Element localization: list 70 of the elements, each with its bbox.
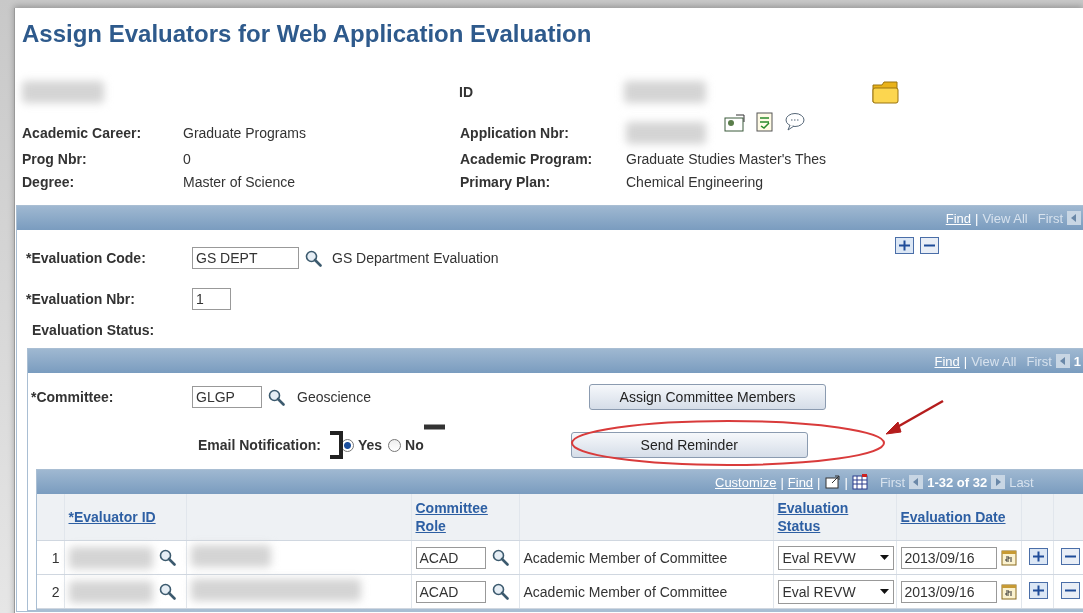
add-row-icon[interactable] [1028,547,1048,565]
folder-icon[interactable] [872,80,899,104]
row-range: 1-32 of 32 [927,474,988,490]
calendar-icon[interactable] [1000,549,1017,566]
dropdown-arrow-icon [879,555,889,560]
field-label: Prog Nbr: [22,151,88,167]
grid-icon[interactable] [851,474,868,490]
field-value: 0 [183,151,192,167]
committee-role-field[interactable]: ACAD [415,546,486,569]
field-label: Academic Career: [22,125,143,141]
separator: | [975,210,979,226]
evaluation-number-field[interactable]: 1 [192,288,231,310]
role-description: Academic Member of Committee [523,583,728,600]
field-label: Primary Plan: [460,174,552,190]
scribble-mark [424,424,445,430]
field-label: *Evaluation Code: [26,250,147,266]
checklist-icon[interactable] [756,112,774,132]
field-label: Application Nbr: [460,125,570,141]
field-label: *Evaluation Nbr: [26,291,136,307]
evaluation-status-dropdown[interactable]: Eval REVW [777,579,894,604]
delete-row-icon[interactable] [1060,581,1080,599]
field-value: GS Department Evaluation [332,250,500,266]
add-row-icon[interactable] [1028,581,1048,599]
row-number: 1 [51,549,60,566]
separator: | [817,474,821,490]
page-title: Assign Evaluators for Web Application Evaluation [22,20,593,49]
new-window-icon[interactable] [824,475,841,489]
scribble-mark [330,431,343,459]
field-value: Master of Science [183,174,297,190]
separator: | [780,474,784,490]
committee-role-field[interactable]: ACAD [415,580,486,603]
delete-row-icon[interactable] [920,236,939,254]
evaluation-date-field[interactable]: 2013/09/16 [900,546,997,569]
radio-label: Yes [357,437,383,453]
calendar-icon[interactable] [1000,583,1017,600]
search-icon[interactable] [268,388,285,406]
page-number: 1 [1073,353,1081,369]
evaluation-code-field[interactable]: GS DEPT [192,247,299,269]
contact-card-icon[interactable] [724,112,746,132]
search-icon[interactable] [158,583,176,600]
search-icon[interactable] [491,583,509,600]
search-icon[interactable] [305,249,322,267]
field-label: Degree: [22,174,76,190]
add-row-icon[interactable] [895,236,914,254]
field-value: Chemical Engineering [626,174,763,190]
committee-field[interactable]: GLGP [192,386,262,408]
search-icon[interactable] [158,549,176,566]
role-description: Academic Member of Committee [523,549,728,566]
assign-committee-members-button[interactable]: Assign Committee Members [589,384,826,410]
separator: | [963,353,968,369]
radio-button[interactable] [388,438,402,452]
field-label: Email Notification: [198,437,321,453]
id-label: ID [459,84,474,100]
field-label: *Committee: [31,389,115,405]
evaluation-date-field[interactable]: 2013/09/16 [900,580,997,603]
send-reminder-button[interactable]: Send Reminder [570,432,808,458]
delete-row-icon[interactable] [1060,547,1080,565]
field-value: Geoscience [297,389,372,405]
section-label: Evaluation Status: [32,322,155,338]
field-value: Graduate Programs [183,125,307,141]
dropdown-arrow-icon [879,589,889,594]
field-label: Academic Program: [460,151,594,167]
field-value: Graduate Studies Master's Thes [626,151,827,167]
radio-label: No [405,437,424,453]
row-number: 2 [51,583,60,600]
annotation-arrow [885,399,944,435]
comment-icon[interactable] [784,112,806,132]
search-icon[interactable] [491,549,509,566]
evaluation-status-dropdown[interactable]: Eval REVW [777,545,894,570]
separator: | [844,474,848,490]
